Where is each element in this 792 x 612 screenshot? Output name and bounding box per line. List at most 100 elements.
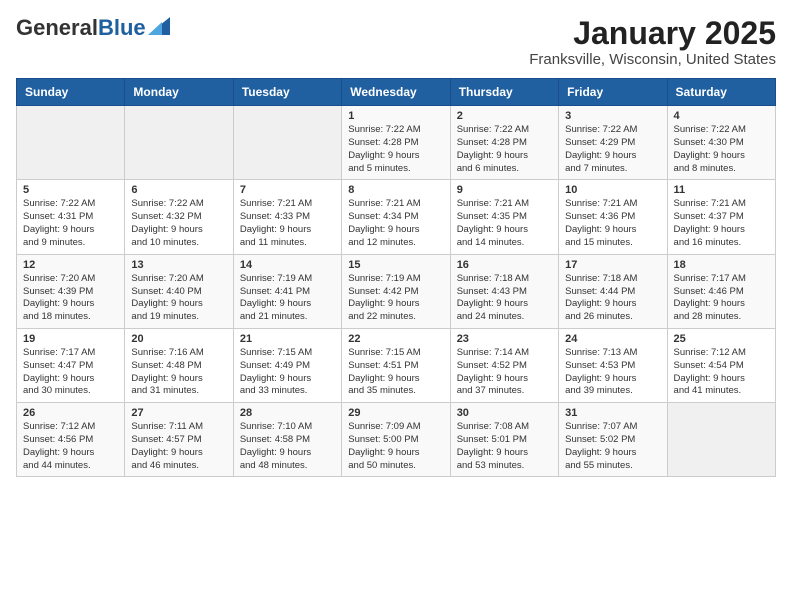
day-info-line: Sunrise: 7:21 AM (240, 198, 335, 211)
day-info-line: Daylight: 9 hours (457, 224, 552, 237)
day-info-line: and 14 minutes. (457, 237, 552, 250)
day-info-line: Sunrise: 7:17 AM (674, 273, 769, 286)
day-number: 2 (457, 110, 552, 122)
day-info-line: Sunset: 4:41 PM (240, 286, 335, 299)
day-info-line: and 8 minutes. (674, 163, 769, 176)
calendar-cell: 20Sunrise: 7:16 AMSunset: 4:48 PMDayligh… (125, 328, 233, 402)
calendar-cell: 25Sunrise: 7:12 AMSunset: 4:54 PMDayligh… (667, 328, 775, 402)
day-info-line: Sunset: 4:29 PM (565, 137, 660, 150)
day-info-line: and 9 minutes. (23, 237, 118, 250)
day-info-line: and 41 minutes. (674, 385, 769, 398)
day-info-line: Daylight: 9 hours (457, 447, 552, 460)
day-info-line: and 12 minutes. (348, 237, 443, 250)
day-number: 29 (348, 407, 443, 419)
calendar-cell: 30Sunrise: 7:08 AMSunset: 5:01 PMDayligh… (450, 403, 558, 477)
day-info-line: and 6 minutes. (457, 163, 552, 176)
day-info-line: and 18 minutes. (23, 311, 118, 324)
day-info-line: and 37 minutes. (457, 385, 552, 398)
day-info-line: Sunrise: 7:18 AM (457, 273, 552, 286)
day-info-line: Sunset: 4:40 PM (131, 286, 226, 299)
day-info-line: Sunset: 4:58 PM (240, 434, 335, 447)
logo-triangle-icon (148, 17, 170, 35)
calendar-cell: 31Sunrise: 7:07 AMSunset: 5:02 PMDayligh… (559, 403, 667, 477)
calendar-cell: 23Sunrise: 7:14 AMSunset: 4:52 PMDayligh… (450, 328, 558, 402)
day-info-line: Sunset: 4:49 PM (240, 360, 335, 373)
day-number: 5 (23, 184, 118, 196)
day-info-line: Sunrise: 7:13 AM (565, 347, 660, 360)
day-info-line: and 55 minutes. (565, 460, 660, 473)
day-info-line: Sunrise: 7:15 AM (348, 347, 443, 360)
day-info-line: Sunrise: 7:15 AM (240, 347, 335, 360)
calendar-cell (17, 106, 125, 180)
calendar-cell: 17Sunrise: 7:18 AMSunset: 4:44 PMDayligh… (559, 254, 667, 328)
weekday-header-tuesday: Tuesday (233, 79, 341, 106)
day-info-line: Daylight: 9 hours (565, 298, 660, 311)
day-info-line: Sunrise: 7:20 AM (131, 273, 226, 286)
calendar-table: SundayMondayTuesdayWednesdayThursdayFrid… (16, 78, 776, 477)
day-info-line: Sunrise: 7:22 AM (457, 124, 552, 137)
page-header: GeneralBlue January 2025 Franksville, Wi… (16, 16, 776, 68)
day-info-line: Daylight: 9 hours (674, 150, 769, 163)
day-info-line: and 28 minutes. (674, 311, 769, 324)
calendar-cell: 22Sunrise: 7:15 AMSunset: 4:51 PMDayligh… (342, 328, 450, 402)
weekday-header-monday: Monday (125, 79, 233, 106)
day-info-line: Daylight: 9 hours (131, 373, 226, 386)
day-number: 6 (131, 184, 226, 196)
day-number: 27 (131, 407, 226, 419)
day-info-line: Sunrise: 7:14 AM (457, 347, 552, 360)
day-info-line: and 5 minutes. (348, 163, 443, 176)
day-info-line: Sunset: 4:32 PM (131, 211, 226, 224)
day-info-line: and 7 minutes. (565, 163, 660, 176)
day-info-line: Sunset: 4:31 PM (23, 211, 118, 224)
day-info-line: Sunset: 4:52 PM (457, 360, 552, 373)
day-info-line: Sunset: 4:47 PM (23, 360, 118, 373)
day-info-line: Sunset: 4:28 PM (457, 137, 552, 150)
location-text: Franksville, Wisconsin, United States (529, 51, 776, 68)
day-info-line: Daylight: 9 hours (348, 298, 443, 311)
day-number: 7 (240, 184, 335, 196)
calendar-week-row: 5 Sunrise: 7:22 AM Sunset: 4:31 PM Daylight… (17, 180, 776, 254)
logo-general-text: General (16, 15, 98, 40)
day-number: 19 (23, 333, 118, 345)
day-info-line: Daylight: 9 hours (565, 224, 660, 237)
day-info-line: Daylight: 9 hours (348, 447, 443, 460)
calendar-cell: 26Sunrise: 7:12 AMSunset: 4:56 PMDayligh… (17, 403, 125, 477)
day-info-line: Daylight: 9 hours (457, 298, 552, 311)
day-info-line: Sunset: 4:54 PM (674, 360, 769, 373)
weekday-header-sunday: Sunday (17, 79, 125, 106)
day-info-line: and 30 minutes. (23, 385, 118, 398)
day-number: 1 (348, 110, 443, 122)
calendar-cell: 3Sunrise: 7:22 AMSunset: 4:29 PMDaylight… (559, 106, 667, 180)
day-info-line: Sunrise: 7:11 AM (131, 421, 226, 434)
calendar-cell: 15Sunrise: 7:19 AMSunset: 4:42 PMDayligh… (342, 254, 450, 328)
calendar-cell: 21Sunrise: 7:15 AMSunset: 4:49 PMDayligh… (233, 328, 341, 402)
day-info-line: Sunrise: 7:21 AM (674, 198, 769, 211)
day-info-line: Sunrise: 7:17 AM (23, 347, 118, 360)
day-info-line: and 11 minutes. (240, 237, 335, 250)
day-info-line: and 24 minutes. (457, 311, 552, 324)
day-number: 3 (565, 110, 660, 122)
calendar-cell: 11Sunrise: 7:21 AMSunset: 4:37 PMDayligh… (667, 180, 775, 254)
day-number: 12 (23, 259, 118, 271)
day-number: 22 (348, 333, 443, 345)
day-info-line: Sunset: 4:51 PM (348, 360, 443, 373)
day-info-line: Sunrise: 7:22 AM (565, 124, 660, 137)
day-info-line: Sunset: 4:56 PM (23, 434, 118, 447)
day-info-line: Sunrise: 7:21 AM (565, 198, 660, 211)
day-info-line: Daylight: 9 hours (565, 373, 660, 386)
calendar-cell: 29Sunrise: 7:09 AMSunset: 5:00 PMDayligh… (342, 403, 450, 477)
day-info-line: and 44 minutes. (23, 460, 118, 473)
day-info-line: Sunrise: 7:22 AM (131, 198, 226, 211)
calendar-week-row: 26Sunrise: 7:12 AMSunset: 4:56 PMDayligh… (17, 403, 776, 477)
calendar-cell (233, 106, 341, 180)
day-info-line: Sunrise: 7:19 AM (240, 273, 335, 286)
day-info-line: and 10 minutes. (131, 237, 226, 250)
day-info-line: Sunset: 4:44 PM (565, 286, 660, 299)
day-number: 4 (674, 110, 769, 122)
day-info-line: Daylight: 9 hours (674, 224, 769, 237)
calendar-cell: 16Sunrise: 7:18 AMSunset: 4:43 PMDayligh… (450, 254, 558, 328)
day-number: 11 (674, 184, 769, 196)
day-info-line: Sunset: 4:34 PM (348, 211, 443, 224)
day-info-line: Sunrise: 7:12 AM (23, 421, 118, 434)
calendar-cell: 9Sunrise: 7:21 AMSunset: 4:35 PMDaylight… (450, 180, 558, 254)
